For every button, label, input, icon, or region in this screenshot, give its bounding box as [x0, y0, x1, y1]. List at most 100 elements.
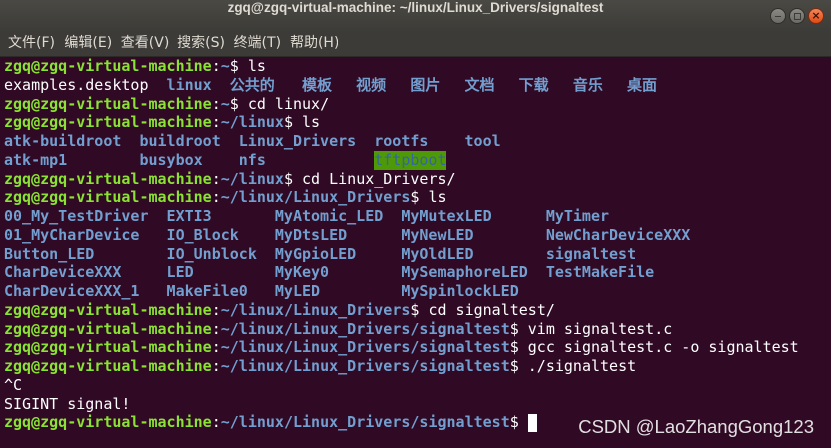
ls-entry-directory: busybox — [139, 150, 203, 169]
window-title: zgq@zgq-virtual-machine: ~/linux/Linux_D… — [227, 0, 604, 15]
output-text: SIGINT signal! — [4, 394, 131, 413]
command-text: vim signaltest.c — [527, 319, 673, 338]
ls-entry-directory: MyOldLED — [401, 244, 474, 263]
ls-entry-directory: rootfs — [374, 132, 429, 150]
prompt-separator: : — [211, 57, 221, 75]
prompt-symbol: $ — [509, 413, 519, 432]
terminal-line: CharDeviceXXX LED MyKey0 MySemaphoreLED … — [4, 263, 831, 282]
prompt-symbol: $ — [283, 169, 293, 188]
prompt-separator: : — [211, 319, 221, 338]
maximize-icon[interactable] — [789, 8, 805, 24]
ls-entry-directory: atk-mp1 — [4, 150, 68, 169]
ls-entry-directory: CharDeviceXXX_1 — [4, 282, 140, 300]
menu-search[interactable]: 搜索(S) — [169, 32, 225, 57]
ls-entry-directory: MyAtomic_LED — [274, 207, 384, 225]
terminal-area[interactable]: zgq@zgq-virtual-machine : ~ $ ls example… — [0, 57, 831, 448]
ls-entry-file: examples.desktop — [4, 75, 149, 94]
menu-terminal[interactable]: 终端(T) — [226, 32, 282, 57]
prompt-user-host: zgq@zgq-virtual-machine — [4, 188, 212, 207]
ls-entry-directory: Linux_Drivers — [238, 132, 357, 150]
terminal-line: zgq@zgq-virtual-machine : ~/linux/Linux_… — [4, 357, 831, 376]
prompt-user-host: zgq@zgq-virtual-machine — [4, 94, 212, 113]
prompt-user-host: zgq@zgq-virtual-machine — [4, 300, 212, 319]
terminal-line: examples.desktop linux 公共的 模板 视频 图片 文档 下… — [4, 76, 831, 95]
ls-entry-directory: 00_My_TestDriver — [4, 207, 149, 225]
prompt-separator: : — [211, 413, 221, 432]
watermark: CSDN @LaoZhangGong123 — [578, 416, 814, 437]
output-text: ^C — [4, 375, 23, 394]
ls-entry-directory: 桌面 — [627, 75, 658, 94]
terminal-line: atk-buildroot buildroot Linux_Drivers ro… — [4, 132, 831, 151]
command-text: ls — [302, 113, 321, 132]
minimize-icon[interactable] — [770, 8, 786, 24]
command-text: cd signaltest/ — [428, 300, 555, 319]
cursor — [527, 413, 537, 432]
menu-bar: 文件(F) 编辑(E) 查看(V) 搜索(S) 终端(T) 帮助(H) — [0, 32, 831, 57]
terminal-line: zgq@zgq-virtual-machine : ~/linux/Linux_… — [4, 338, 831, 357]
terminal-line: zgq@zgq-virtual-machine : ~/linux $ ls — [4, 113, 831, 132]
prompt-path: ~/linux/Linux_Drivers — [220, 300, 411, 319]
prompt-path: ~/linux/Linux_Drivers/signaltest — [220, 413, 510, 432]
prompt-user-host: zgq@zgq-virtual-machine — [4, 113, 212, 132]
ls-entry-directory: MyTimer — [545, 207, 610, 225]
prompt-user-host: zgq@zgq-virtual-machine — [4, 169, 212, 188]
ls-entry-other-writable-directory: tftpboot — [374, 150, 447, 170]
ls-entry-directory: Button_LED — [4, 244, 95, 263]
ls-entry-directory: NewCharDeviceXXX — [545, 225, 691, 244]
ls-entry-directory: MyGpioLED — [274, 244, 357, 263]
command-text: ls — [247, 57, 266, 75]
menu-file[interactable]: 文件(F) — [0, 32, 56, 57]
ls-entry-directory: 音乐 — [572, 75, 603, 94]
prompt-user-host: zgq@zgq-virtual-machine — [4, 357, 212, 375]
title-bar[interactable]: zgq@zgq-virtual-machine: ~/linux/Linux_D… — [0, 0, 831, 32]
prompt-user-host: zgq@zgq-virtual-machine — [4, 413, 212, 432]
minimize-glyph — [775, 15, 781, 17]
prompt-user-host: zgq@zgq-virtual-machine — [4, 57, 212, 75]
prompt-symbol: $ — [509, 357, 519, 375]
menu-help[interactable]: 帮助(H) — [282, 32, 338, 57]
terminal-line: ^C — [4, 376, 831, 395]
ls-entry-directory: atk-buildroot — [4, 132, 122, 150]
ls-entry-directory: IO_Block — [166, 225, 239, 244]
menu-edit[interactable]: 编辑(E) — [56, 32, 112, 57]
command-text: cd Linux_Drivers/ — [302, 169, 456, 188]
prompt-separator: : — [211, 338, 221, 357]
ls-entry-directory: LED — [166, 263, 194, 282]
menu-view[interactable]: 查看(V) — [113, 32, 169, 57]
prompt-path: ~ — [220, 94, 230, 113]
terminal-line: SIGINT signal! — [4, 395, 831, 414]
prompt-separator: : — [211, 94, 221, 113]
ls-entry-directory: tool — [464, 132, 501, 150]
prompt-path: ~/linux — [220, 169, 284, 188]
terminal-line: zgq@zgq-virtual-machine : ~/linux $ cd L… — [4, 170, 831, 189]
close-icon[interactable]: × — [808, 8, 824, 24]
prompt-symbol: $ — [229, 57, 239, 75]
ls-entry-directory: 视频 — [356, 75, 387, 94]
ls-entry-directory: MyKey0 — [274, 263, 330, 282]
ls-entry-directory: 模板 — [301, 75, 332, 94]
ls-entry-directory: 下载 — [518, 75, 549, 94]
ls-entry-directory: 01_MyCharDevice — [4, 225, 140, 244]
ls-entry-directory: linux — [166, 75, 212, 94]
window-controls: × — [770, 8, 824, 24]
prompt-symbol: $ — [283, 113, 293, 132]
ls-entry-directory: 文档 — [464, 75, 495, 94]
terminal-line: CharDeviceXXX_1 MakeFile0 MyLED MySpinlo… — [4, 282, 831, 301]
terminal-line: zgq@zgq-virtual-machine : ~ $ cd linux/ — [4, 95, 831, 114]
command-text: cd linux/ — [247, 94, 330, 113]
prompt-symbol: $ — [410, 188, 420, 207]
prompt-separator: : — [211, 113, 221, 132]
ls-entry-directory: IO_Unblock — [166, 244, 257, 263]
ls-entry-directory: 图片 — [410, 75, 441, 94]
ls-entry-directory: EXTI3 — [166, 207, 212, 225]
prompt-separator: : — [211, 357, 221, 375]
ls-entry-directory: 公共的 — [229, 75, 275, 94]
maximize-glyph — [793, 12, 801, 20]
prompt-symbol: $ — [509, 338, 519, 357]
ls-entry-directory: MySemaphoreLED — [401, 263, 528, 282]
prompt-separator: : — [211, 169, 221, 188]
prompt-user-host: zgq@zgq-virtual-machine — [4, 319, 212, 338]
ls-entry-directory: MyDtsLED — [274, 225, 348, 244]
terminal-line: zgq@zgq-virtual-machine : ~/linux/Linux_… — [4, 188, 831, 207]
terminal-line: atk-mp1 busybox nfs tftpboot — [4, 150, 831, 170]
